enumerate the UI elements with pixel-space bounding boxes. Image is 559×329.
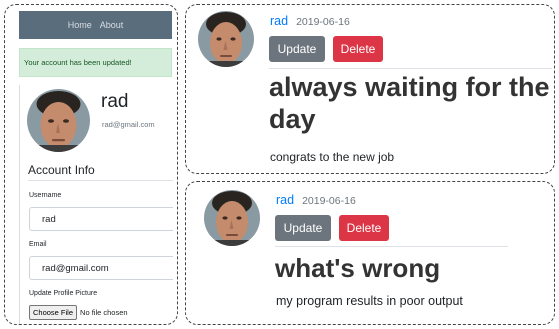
profile-email: rad@gmail.com	[102, 120, 155, 129]
email-label: Email	[29, 241, 47, 248]
email-field[interactable]: rad@gmail.com	[29, 256, 173, 280]
profile-username: rad	[101, 91, 129, 112]
nav-about-link[interactable]: About	[100, 20, 124, 30]
nav-home-link[interactable]: Home	[68, 20, 92, 30]
post-author-link[interactable]: rad	[270, 14, 288, 28]
divider	[269, 68, 552, 69]
choose-file-button[interactable]: Choose File	[29, 305, 78, 320]
file-status: No file chosen	[80, 308, 128, 317]
divider	[28, 180, 173, 181]
post-card: rad 2019-06-16 Update Delete what's wron…	[185, 181, 555, 325]
post-avatar	[198, 11, 254, 67]
username-label: Username	[29, 192, 62, 199]
success-alert: Your account has been updated!	[19, 48, 172, 77]
post-title[interactable]: always waiting for the day	[269, 72, 554, 136]
post-content: congrats to the new job	[270, 150, 395, 164]
file-input: Choose File No file chosen	[29, 305, 128, 320]
post-title[interactable]: what's wrong	[275, 253, 440, 284]
post-card: rad 2019-06-16 Update Delete always wait…	[185, 4, 555, 174]
profile-card: rad rad@gmail.com Account Info Username …	[19, 85, 173, 324]
avatar	[27, 89, 90, 152]
update-button[interactable]: Update	[269, 36, 325, 62]
delete-button[interactable]: Delete	[339, 215, 389, 241]
username-field[interactable]: rad	[29, 207, 173, 231]
post-author-link[interactable]: rad	[276, 193, 294, 207]
divider	[275, 246, 508, 247]
post-avatar	[204, 190, 260, 246]
post-meta: rad 2019-06-16	[270, 14, 350, 28]
post-content: my program results in poor output	[276, 294, 463, 308]
update-button[interactable]: Update	[275, 215, 331, 241]
post-date: 2019-06-16	[296, 16, 350, 28]
page: Home About Your account has been updated…	[0, 0, 559, 329]
post-date: 2019-06-16	[302, 195, 356, 207]
navbar: Home About	[19, 11, 172, 39]
account-info-heading: Account Info	[28, 163, 95, 177]
post-meta: rad 2019-06-16	[276, 193, 356, 207]
profile-panel: Home About Your account has been updated…	[4, 4, 178, 325]
picture-label: Update Profile Picture	[29, 290, 98, 297]
delete-button[interactable]: Delete	[333, 36, 383, 62]
